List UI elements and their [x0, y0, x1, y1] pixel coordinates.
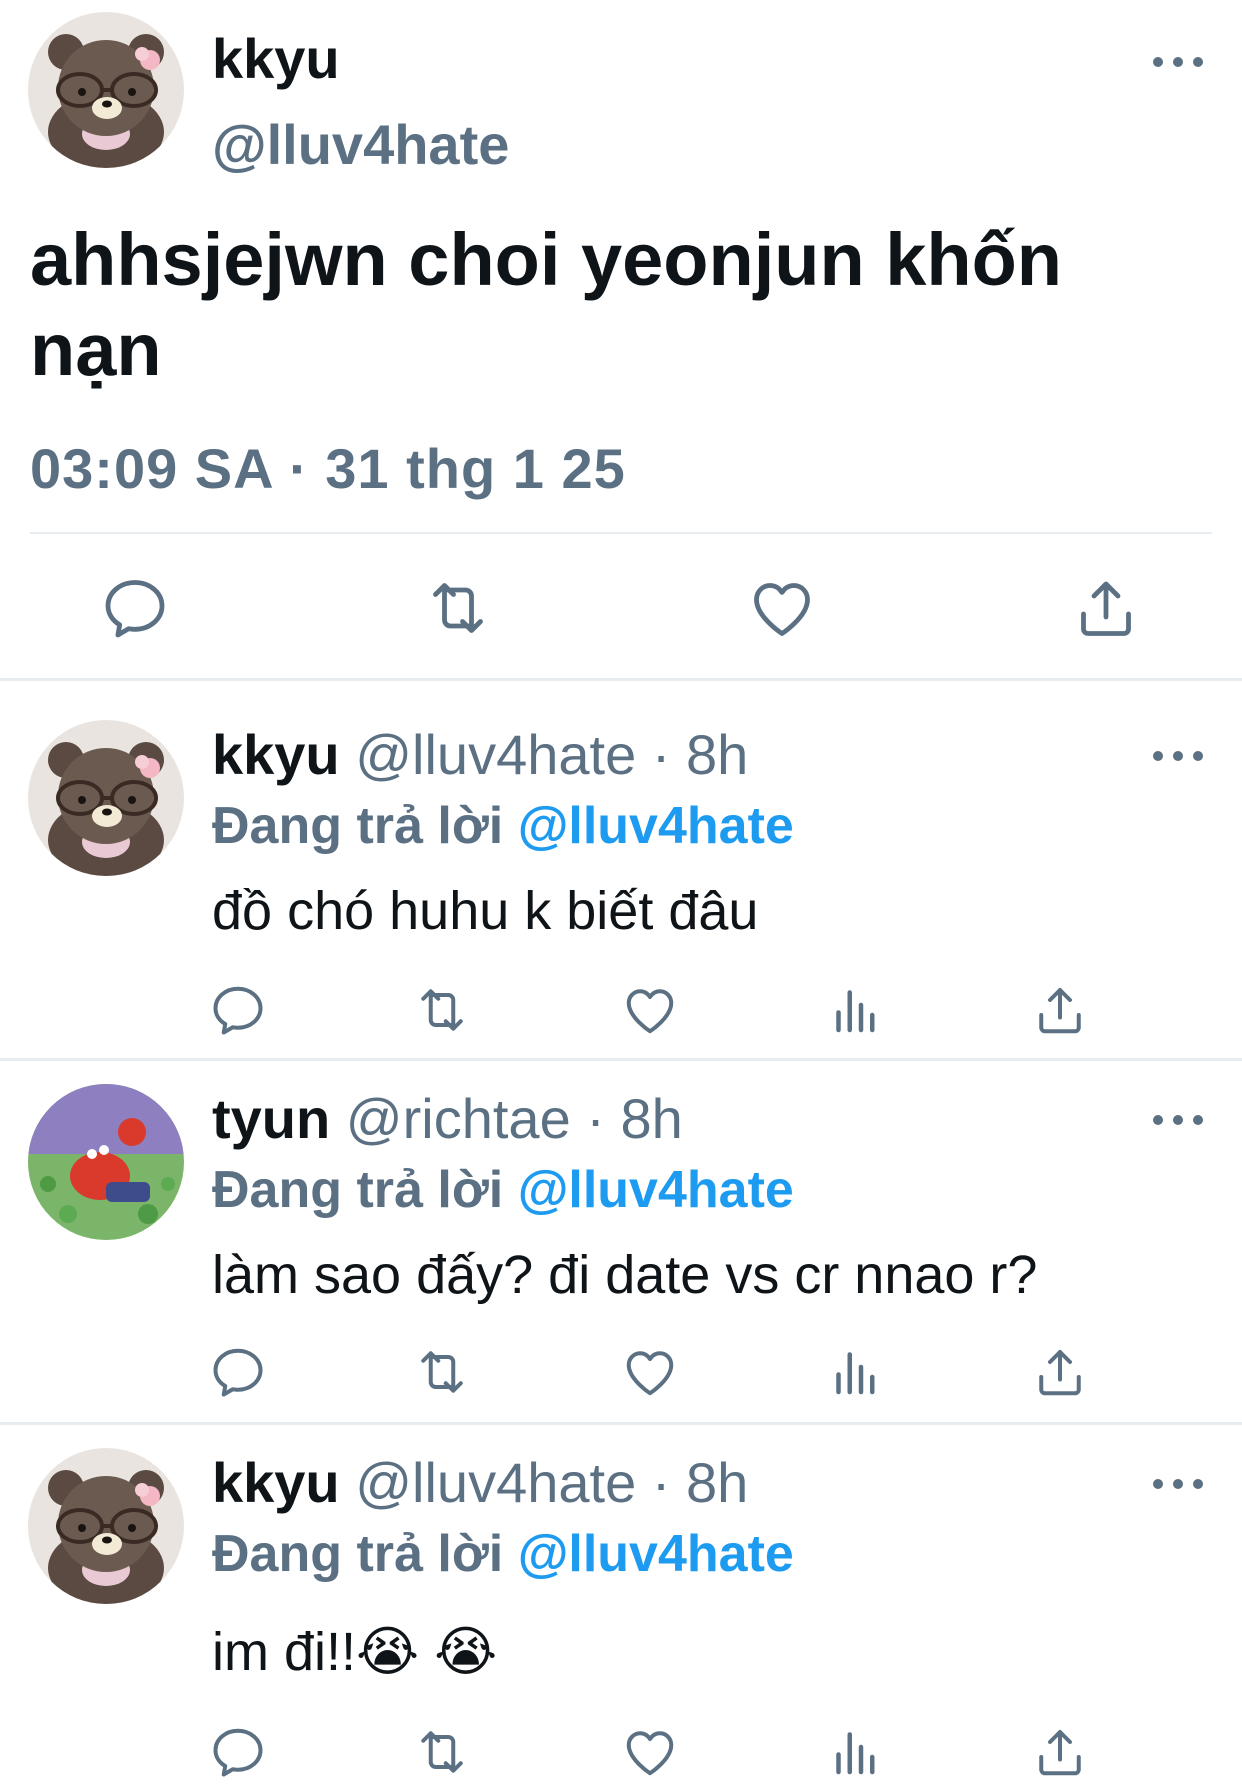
avatar[interactable] — [28, 720, 184, 876]
reply-header: kkyu @lluv4hate · 8h — [212, 1450, 748, 1515]
meta-separator: · — [651, 723, 671, 786]
share-button[interactable] — [1030, 980, 1090, 1040]
analytics-icon — [836, 1732, 875, 1775]
bear-avatar-icon — [28, 720, 184, 876]
more-options-icon[interactable] — [1148, 1110, 1208, 1130]
tweet-text-line2: nạn — [30, 308, 162, 391]
author-name[interactable]: kkyu — [212, 723, 340, 786]
meta-separator: · — [586, 1087, 605, 1150]
reply-header: kkyu @lluv4hate · 8h — [212, 722, 748, 787]
mention-link[interactable]: @lluv4hate — [518, 1161, 794, 1219]
share-icon — [1039, 1350, 1081, 1396]
author-handle[interactable]: @lluv4hate — [355, 723, 636, 786]
more-options-icon[interactable] — [1148, 746, 1208, 766]
author-handle[interactable]: @lluv4hate — [355, 1451, 636, 1514]
author-name[interactable]: tyun — [212, 1087, 330, 1150]
replying-to: Đang trả lời @lluv4hate — [212, 796, 794, 856]
replying-prefix: Đang trả lời — [212, 1161, 504, 1219]
analytics-button[interactable] — [826, 1342, 886, 1402]
share-button[interactable] — [1030, 1342, 1090, 1402]
retweet-button[interactable] — [412, 1342, 472, 1402]
crab-money-avatar-icon — [28, 1084, 184, 1240]
replying-to: Đang trả lời @lluv4hate — [212, 1160, 794, 1220]
tweet-meta: 03:09 SA · 31 thg 1 25 — [30, 436, 626, 501]
divider — [0, 1058, 1242, 1061]
divider — [0, 678, 1242, 681]
bear-avatar-icon — [28, 1448, 184, 1604]
like-button[interactable] — [620, 1722, 680, 1782]
tweet-date[interactable]: 31 thg 1 25 — [325, 437, 625, 500]
share-icon — [1081, 581, 1131, 636]
share-icon — [1039, 1730, 1081, 1776]
reply-button[interactable] — [208, 980, 268, 1040]
retweet-icon — [433, 583, 483, 633]
reply-button[interactable] — [208, 1342, 268, 1402]
tweet-time: 8h — [620, 1087, 683, 1150]
more-options-icon[interactable] — [1148, 1474, 1208, 1494]
author-name[interactable]: kkyu — [212, 1451, 340, 1514]
replying-prefix: Đang trả lời — [212, 1525, 504, 1583]
like-icon — [626, 1731, 674, 1776]
reply-icon — [213, 1348, 263, 1397]
like-icon — [754, 583, 810, 636]
tweet-text-line1: ahhsjejwn choi yeonjun khốn — [30, 218, 1062, 301]
like-button[interactable] — [620, 1342, 680, 1402]
retweet-icon — [421, 989, 463, 1031]
divider — [0, 1422, 1242, 1425]
reply-text: im đi!!😭 😭 — [212, 1622, 498, 1682]
share-button[interactable] — [1070, 572, 1142, 644]
more-options-icon[interactable] — [1148, 52, 1208, 72]
author-name[interactable]: kkyu — [212, 26, 340, 91]
reply-text: làm sao đấy? đi date vs cr nnao r? — [212, 1245, 1038, 1305]
like-icon — [626, 989, 674, 1034]
retweet-icon — [421, 1731, 463, 1773]
avatar[interactable] — [28, 1448, 184, 1604]
bear-avatar-icon — [28, 12, 184, 168]
analytics-icon — [836, 1352, 875, 1395]
replying-prefix: Đang trả lời — [212, 797, 504, 855]
reply-icon — [105, 580, 165, 638]
mention-link[interactable]: @lluv4hate — [518, 1525, 794, 1583]
reply-text: đồ chó huhu k biết đâu — [212, 881, 759, 941]
reply-header: tyun @richtae · 8h — [212, 1086, 683, 1151]
meta-separator: · — [289, 437, 309, 500]
share-icon — [1039, 988, 1081, 1034]
reply-button[interactable] — [99, 572, 171, 644]
analytics-button[interactable] — [826, 1722, 886, 1782]
share-button[interactable] — [1030, 1722, 1090, 1782]
reply-icon — [213, 986, 263, 1035]
avatar[interactable] — [28, 12, 184, 168]
retweet-button[interactable] — [412, 980, 472, 1040]
analytics-icon — [836, 990, 875, 1033]
author-handle[interactable]: @lluv4hate — [212, 112, 509, 177]
divider — [30, 532, 1212, 534]
like-button[interactable] — [620, 980, 680, 1040]
tweet-time: 8h — [686, 1451, 749, 1514]
analytics-button[interactable] — [826, 980, 886, 1040]
replying-to: Đang trả lời @lluv4hate — [212, 1524, 794, 1584]
like-icon — [626, 1351, 674, 1396]
reply-button[interactable] — [208, 1722, 268, 1782]
like-button[interactable] — [746, 572, 818, 644]
author-handle[interactable]: @richtae — [346, 1087, 571, 1150]
mention-link[interactable]: @lluv4hate — [518, 797, 794, 855]
tweet-time: 8h — [686, 723, 749, 786]
meta-separator: · — [651, 1451, 671, 1514]
retweet-icon — [421, 1351, 463, 1393]
retweet-button[interactable] — [412, 1722, 472, 1782]
tweet-time[interactable]: 03:09 SA — [30, 437, 273, 500]
avatar[interactable] — [28, 1084, 184, 1240]
reply-icon — [213, 1728, 263, 1777]
retweet-button[interactable] — [422, 572, 494, 644]
